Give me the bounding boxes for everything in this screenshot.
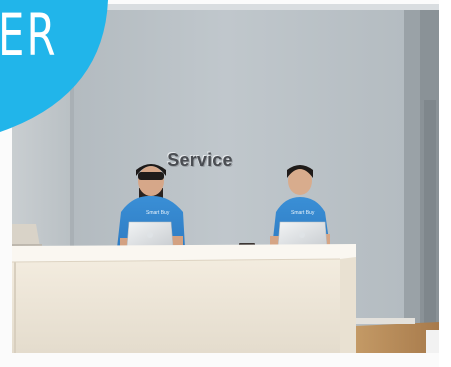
- shirt-print-left: Smart Buy: [146, 210, 170, 216]
- photo-frame: Smart Buy Smart Buy Service ER: [0, 0, 451, 367]
- service-desk-photo: Smart Buy Smart Buy: [11, 0, 451, 367]
- laptop-right: [277, 221, 328, 248]
- service-counter: [11, 244, 356, 353]
- badge-text: ER: [0, 1, 58, 69]
- laptop-left: [126, 221, 174, 248]
- shirt-print-right: Smart Buy: [291, 210, 315, 216]
- wall-sign: Service: [167, 150, 233, 170]
